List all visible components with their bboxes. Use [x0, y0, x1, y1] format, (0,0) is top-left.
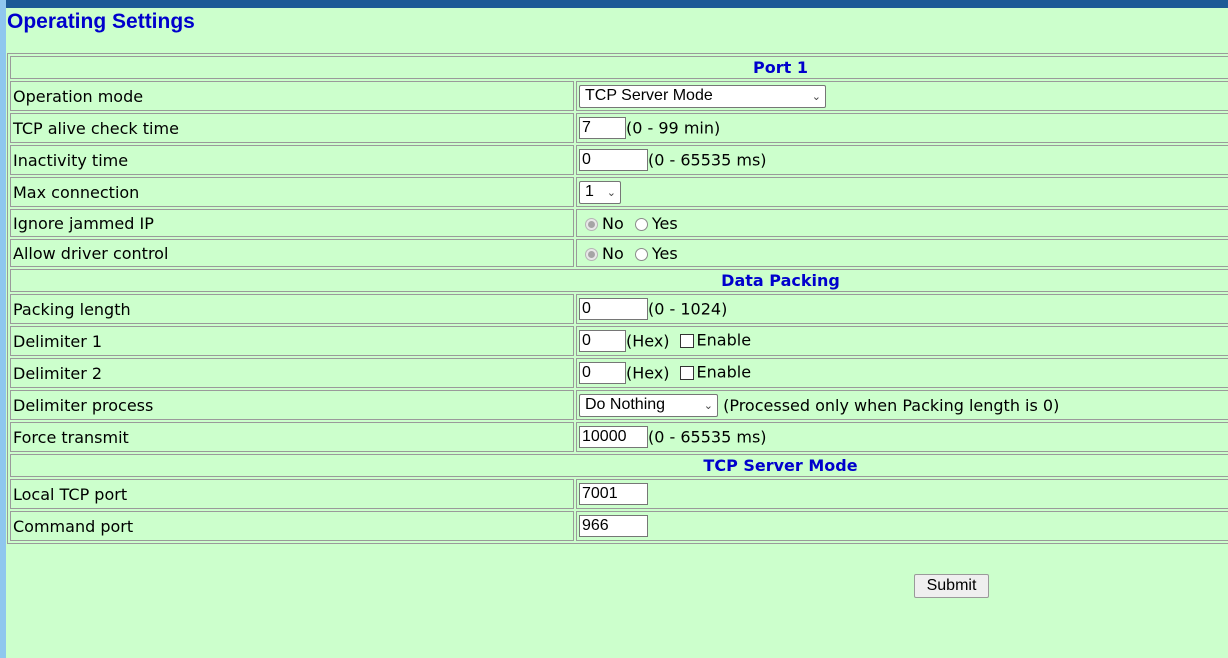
delimiter1-label: Delimiter 1 [10, 326, 574, 356]
inactivity-input[interactable] [579, 149, 648, 171]
row-delimiter-process: Delimiter process Do Nothing ⌄ (Processe… [10, 390, 1228, 420]
delimiter2-enable-checkbox[interactable] [679, 366, 694, 380]
delimiter-process-select[interactable]: Do Nothing ⌄ [579, 393, 718, 417]
allow-driver-no-label: No [602, 243, 624, 263]
local-tcp-port-label: Local TCP port [10, 479, 574, 509]
settings-table: Port 1 Operation mode TCP Server Mode ⌄ … [7, 53, 1228, 544]
allow-driver-yes-label: Yes [651, 243, 678, 263]
section-title-tcp-server: TCP Server Mode [10, 454, 1228, 477]
delimiter-process-value: Do Nothing [585, 396, 666, 413]
ignore-jammed-no-radio[interactable] [585, 217, 598, 231]
row-ignore-jammed-ip: Ignore jammed IP No Yes [10, 209, 1228, 237]
row-max-connection: Max connection 1 ⌄ [10, 177, 1228, 207]
section-title-port: Port 1 [10, 56, 1228, 79]
packing-length-input[interactable] [579, 298, 648, 320]
row-inactivity-time: Inactivity time (0 - 65535 ms) [10, 145, 1228, 175]
max-connection-label: Max connection [10, 177, 574, 207]
row-operation-mode: Operation mode TCP Server Mode ⌄ [10, 81, 1228, 111]
ignore-jammed-yes-radio[interactable] [634, 217, 648, 231]
page-title: Operating Settings [7, 10, 195, 33]
force-transmit-label: Force transmit [10, 422, 574, 452]
row-delimiter-2: Delimiter 2 (Hex) Enable [10, 358, 1228, 388]
max-connection-select[interactable]: 1 ⌄ [579, 180, 621, 204]
row-tcp-alive-check: TCP alive check time (0 - 99 min) [10, 113, 1228, 143]
inactivity-label: Inactivity time [10, 145, 574, 175]
delimiter1-enable-label: Enable [696, 330, 752, 350]
row-local-tcp-port: Local TCP port [10, 479, 1228, 509]
chevron-down-icon: ⌄ [811, 90, 821, 103]
row-packing-length: Packing length (0 - 1024) [10, 294, 1228, 324]
ignore-jammed-label: Ignore jammed IP [10, 209, 574, 237]
delimiter1-enable-checkbox[interactable] [679, 334, 694, 348]
ignore-jammed-no-label: No [602, 213, 624, 233]
ignore-jammed-yes-label: Yes [651, 213, 678, 233]
chevron-down-icon: ⌄ [703, 399, 713, 412]
section-header-tcp-server: TCP Server Mode [10, 454, 1228, 477]
command-port-label: Command port [10, 511, 574, 541]
left-frame-border [0, 0, 6, 658]
top-border [0, 0, 1228, 8]
row-command-port: Command port [10, 511, 1228, 541]
delimiter2-label: Delimiter 2 [10, 358, 574, 388]
section-header-data-packing: Data Packing [10, 269, 1228, 292]
local-tcp-port-input[interactable] [579, 483, 648, 505]
force-transmit-input[interactable] [579, 426, 648, 448]
max-connection-value: 1 [585, 183, 594, 200]
tcp-alive-hint: (0 - 99 min) [626, 118, 721, 138]
packing-length-label: Packing length [10, 294, 574, 324]
tcp-alive-label: TCP alive check time [10, 113, 574, 143]
allow-driver-label: Allow driver control [10, 239, 574, 267]
row-allow-driver-control: Allow driver control No Yes [10, 239, 1228, 267]
section-header-port: Port 1 [10, 56, 1228, 79]
delimiter2-input[interactable] [579, 362, 626, 384]
delimiter1-hint: (Hex) [626, 331, 670, 351]
force-transmit-hint: (0 - 65535 ms) [648, 427, 767, 447]
delimiter-process-hint: (Processed only when Packing length is 0… [723, 395, 1060, 415]
delimiter2-hint: (Hex) [626, 363, 670, 383]
row-delimiter-1: Delimiter 1 (Hex) Enable [10, 326, 1228, 356]
allow-driver-no-radio[interactable] [585, 247, 598, 261]
delimiter1-input[interactable] [579, 330, 626, 352]
operation-mode-label: Operation mode [10, 81, 574, 111]
chevron-down-icon: ⌄ [606, 186, 616, 199]
packing-length-hint: (0 - 1024) [648, 299, 728, 319]
row-force-transmit: Force transmit (0 - 65535 ms) [10, 422, 1228, 452]
submit-button[interactable]: Submit [914, 574, 989, 598]
section-title-data-packing: Data Packing [10, 269, 1228, 292]
allow-driver-yes-radio[interactable] [634, 247, 648, 261]
delimiter-process-label: Delimiter process [10, 390, 574, 420]
operation-mode-select[interactable]: TCP Server Mode ⌄ [579, 84, 826, 108]
delimiter2-enable-label: Enable [696, 362, 752, 382]
command-port-input[interactable] [579, 515, 648, 537]
inactivity-hint: (0 - 65535 ms) [648, 150, 767, 170]
tcp-alive-input[interactable] [579, 117, 626, 139]
operation-mode-value: TCP Server Mode [585, 87, 713, 104]
